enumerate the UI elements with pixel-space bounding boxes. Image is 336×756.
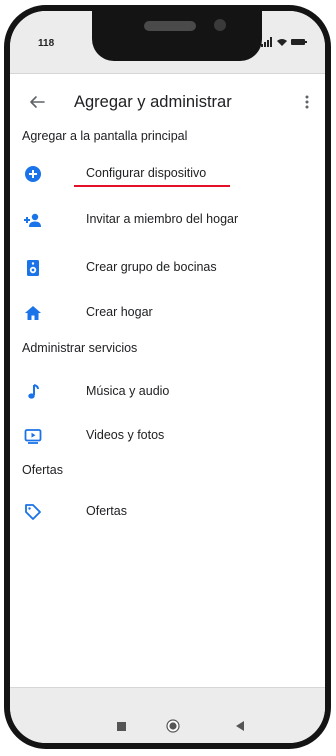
create-home-label: Crear hogar xyxy=(86,305,153,319)
earpiece-speaker xyxy=(144,21,196,31)
battery-icon xyxy=(291,39,307,45)
invite-member-label: Invitar a miembro del hogar xyxy=(86,212,239,226)
app-bar: Agregar y administrar xyxy=(10,81,325,121)
speaker-icon xyxy=(27,260,39,276)
video-library-icon xyxy=(24,429,42,444)
phone-frame: 118 Agregar y administrar Agregar a la p… xyxy=(4,5,331,749)
home-icon xyxy=(25,306,41,320)
status-bar: 118 xyxy=(10,11,325,74)
status-icons xyxy=(261,37,307,47)
home-button[interactable] xyxy=(166,719,180,733)
system-nav-bar xyxy=(10,687,325,743)
speaker-group-label: Crear grupo de bocinas xyxy=(86,260,217,274)
add-circle-icon xyxy=(25,166,41,182)
page-title: Agregar y administrar xyxy=(74,93,232,111)
front-camera xyxy=(214,19,226,31)
offers-item[interactable]: Ofertas xyxy=(10,495,325,529)
back-nav-button[interactable] xyxy=(234,720,246,732)
arrow-back-icon[interactable] xyxy=(26,91,48,113)
wifi-icon xyxy=(277,39,287,46)
videos-photos-item[interactable]: Videos y fotos xyxy=(10,419,325,453)
tag-icon xyxy=(25,504,41,520)
music-audio-item[interactable]: Música y audio xyxy=(10,375,325,409)
section-offers: Ofertas xyxy=(22,463,63,477)
more-vert-icon[interactable] xyxy=(299,91,315,113)
status-time: 118 xyxy=(38,38,55,49)
videos-photos-label: Videos y fotos xyxy=(86,428,165,442)
phone-notch xyxy=(92,11,262,61)
setup-device-label: Configurar dispositivo xyxy=(86,166,207,180)
section-manage-services: Administrar servicios xyxy=(22,341,138,355)
music-note-icon xyxy=(28,384,39,399)
invite-member-item[interactable]: Invitar a miembro del hogar xyxy=(10,203,325,237)
section-add-to-home: Agregar a la pantalla principal xyxy=(22,129,188,143)
highlight-underline xyxy=(74,185,230,187)
signal-icon xyxy=(261,37,272,47)
recents-button[interactable] xyxy=(117,722,126,731)
speaker-group-item[interactable]: Crear grupo de bocinas xyxy=(10,251,325,285)
person-add-icon xyxy=(24,213,41,227)
create-home-item[interactable]: Crear hogar xyxy=(10,296,325,330)
offers-label: Ofertas xyxy=(86,504,127,518)
music-audio-label: Música y audio xyxy=(86,384,170,398)
